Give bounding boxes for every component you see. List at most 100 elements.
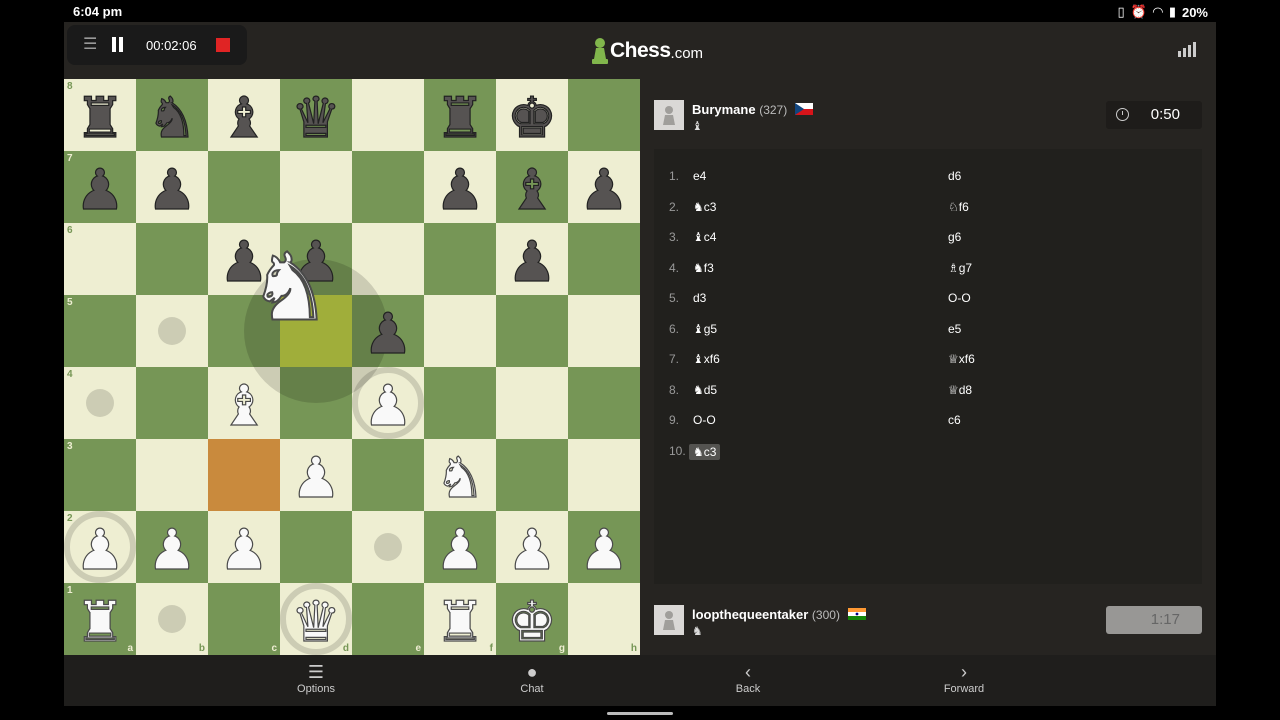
square-h3[interactable] xyxy=(568,439,640,511)
white-pawn-b2[interactable]: ♟ xyxy=(136,511,208,583)
white-king-g1[interactable]: ♚ xyxy=(496,583,568,655)
black-bishop-c8[interactable]: ♝ xyxy=(208,79,280,151)
square-a6[interactable]: 6 xyxy=(64,223,136,295)
square-h4[interactable] xyxy=(568,367,640,439)
square-c3[interactable] xyxy=(208,439,280,511)
forward-button[interactable]: › Forward xyxy=(904,661,1024,705)
black-rook-a8[interactable]: ♜ xyxy=(64,79,136,151)
white-move[interactable]: ♞c3 xyxy=(693,200,716,214)
white-rook-a1[interactable]: ♜ xyxy=(64,583,136,655)
white-rook-f1[interactable]: ♜ xyxy=(424,583,496,655)
square-f4[interactable] xyxy=(424,367,496,439)
white-pawn-h2[interactable]: ♟ xyxy=(568,511,640,583)
black-pawn-f7[interactable]: ♟ xyxy=(424,151,496,223)
move-list[interactable]: 1. e4 d6 2. ♞c3 ♘f6 3. ♝c4 g6 4. ♞f3 ♗g7 5. d3 O-O 6. ♝g… xyxy=(654,149,1202,584)
connection-signal-icon[interactable] xyxy=(1178,42,1196,57)
square-b6[interactable] xyxy=(136,223,208,295)
square-h1[interactable]: h xyxy=(568,583,640,655)
square-f6[interactable] xyxy=(424,223,496,295)
avatar[interactable] xyxy=(654,605,684,635)
black-move[interactable]: ♗g7 xyxy=(948,261,972,275)
top-player-clock: 0:50 xyxy=(1106,101,1202,129)
recording-timer: 00:02:06 xyxy=(146,38,197,53)
square-b3[interactable] xyxy=(136,439,208,511)
square-d7[interactable] xyxy=(280,151,352,223)
dragged-white-knight[interactable]: ♞ xyxy=(230,223,350,343)
home-indicator[interactable] xyxy=(607,712,673,715)
square-d2[interactable] xyxy=(280,511,352,583)
black-move[interactable]: d6 xyxy=(948,169,961,183)
white-move[interactable]: ♞d5 xyxy=(693,383,717,397)
square-e3[interactable] xyxy=(352,439,424,511)
white-move[interactable]: e4 xyxy=(693,169,706,183)
black-pawn-h7[interactable]: ♟ xyxy=(568,151,640,223)
square-b4[interactable] xyxy=(136,367,208,439)
legal-capture-ring-a2[interactable] xyxy=(64,511,136,583)
white-move[interactable]: ♞f3 xyxy=(693,261,714,275)
legal-capture-ring-d1[interactable] xyxy=(280,583,352,655)
white-move[interactable]: ♝c4 xyxy=(693,230,716,244)
black-pawn-e5[interactable]: ♟ xyxy=(352,295,424,367)
white-move[interactable]: ♝xf6 xyxy=(693,352,720,366)
black-knight-b8[interactable]: ♞ xyxy=(136,79,208,151)
black-king-g8[interactable]: ♚ xyxy=(496,79,568,151)
black-move[interactable]: O-O xyxy=(948,291,971,305)
white-move[interactable]: O-O xyxy=(693,413,716,427)
black-move[interactable]: ♕d8 xyxy=(948,383,972,397)
square-h8[interactable] xyxy=(568,79,640,151)
legal-move-dot-e2[interactable] xyxy=(374,533,402,561)
square-g5[interactable] xyxy=(496,295,568,367)
white-knight-f3[interactable]: ♞ xyxy=(424,439,496,511)
black-pawn-g6[interactable]: ♟ xyxy=(496,223,568,295)
legal-move-dot-b5[interactable] xyxy=(158,317,186,345)
game-panel: Burymane (327) ♝ 0:50 1. e4 d6 2. ♞c3 ♘f6 3. ♝c… xyxy=(640,79,1216,655)
player-name[interactable]: Burymane xyxy=(692,102,756,117)
white-move[interactable]: ♞c3 xyxy=(689,443,721,460)
black-move[interactable]: g6 xyxy=(948,230,961,244)
back-button[interactable]: ‹ Back xyxy=(688,661,808,705)
square-g3[interactable] xyxy=(496,439,568,511)
square-a5[interactable]: 5 xyxy=(64,295,136,367)
chat-button[interactable]: ● Chat xyxy=(472,661,592,705)
black-bishop-g7[interactable]: ♝ xyxy=(496,151,568,223)
square-h6[interactable] xyxy=(568,223,640,295)
legal-move-dot-b1[interactable] xyxy=(158,605,186,633)
player-name[interactable]: loopthequeentaker xyxy=(692,607,808,622)
square-g4[interactable] xyxy=(496,367,568,439)
white-pawn-g2[interactable]: ♟ xyxy=(496,511,568,583)
black-move[interactable]: c6 xyxy=(948,413,961,427)
square-a3[interactable]: 3 xyxy=(64,439,136,511)
white-move[interactable]: d3 xyxy=(693,291,706,305)
black-queen-d8[interactable]: ♛ xyxy=(280,79,352,151)
square-e7[interactable] xyxy=(352,151,424,223)
recorder-menu-icon[interactable]: ☰ xyxy=(83,35,99,55)
black-pawn-a7[interactable]: ♟ xyxy=(64,151,136,223)
player-rating: (327) xyxy=(759,103,788,117)
square-h5[interactable] xyxy=(568,295,640,367)
black-rook-f8[interactable]: ♜ xyxy=(424,79,496,151)
move-row: 1. e4 d6 xyxy=(654,161,1202,191)
stop-recording-icon[interactable] xyxy=(216,38,230,52)
white-pawn-f2[interactable]: ♟ xyxy=(424,511,496,583)
white-move[interactable]: ♝g5 xyxy=(693,322,717,336)
square-f5[interactable] xyxy=(424,295,496,367)
pause-icon[interactable] xyxy=(111,37,125,53)
move-row: 2. ♞c3 ♘f6 xyxy=(654,192,1202,222)
legal-move-dot-a4[interactable] xyxy=(86,389,114,417)
legal-capture-ring-e4[interactable] xyxy=(352,367,424,439)
black-move[interactable]: e5 xyxy=(948,322,961,336)
avatar[interactable] xyxy=(654,100,684,130)
square-c7[interactable] xyxy=(208,151,280,223)
square-e8[interactable] xyxy=(352,79,424,151)
white-pawn-d3[interactable]: ♟ xyxy=(280,439,352,511)
square-c1[interactable]: c xyxy=(208,583,280,655)
white-bishop-c4[interactable]: ♝ xyxy=(208,367,280,439)
black-move[interactable]: ♕xf6 xyxy=(948,352,975,366)
options-button[interactable]: ☰ Options xyxy=(256,661,376,705)
chess-board[interactable]: 8 7 6 5 4 3 2 1 a b c d e f g h ♜ ♞ ♝ ♛ ♜ ♚ ♟ ♟ ♟ ♝ ♟ ♟ ♟ ♟ ♟ ♝ ♟ ♟ ♞ ♟ ♟ ♟ ♟ ♟… xyxy=(64,79,640,655)
chat-bubble-icon: ● xyxy=(526,661,538,682)
square-e1[interactable]: e xyxy=(352,583,424,655)
black-pawn-b7[interactable]: ♟ xyxy=(136,151,208,223)
black-move[interactable]: ♘f6 xyxy=(948,200,969,214)
white-pawn-c2[interactable]: ♟ xyxy=(208,511,280,583)
